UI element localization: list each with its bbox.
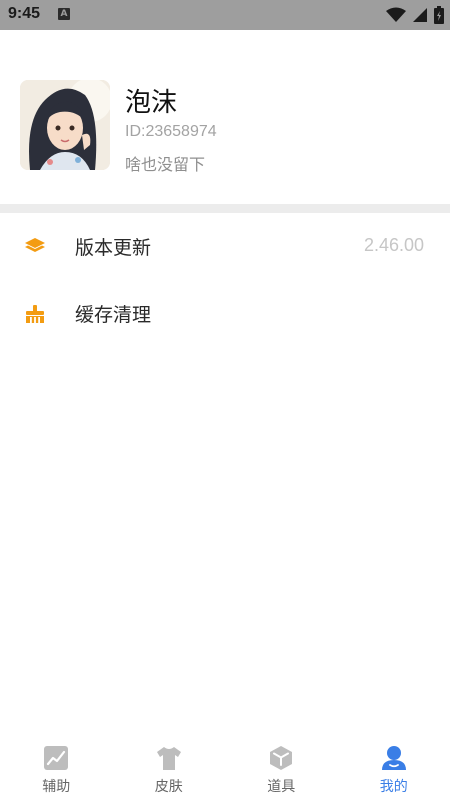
user-bio: 啥也没留下 <box>125 155 206 174</box>
tab-label: 辅助 <box>42 779 71 795</box>
tab-label: 道具 <box>267 779 296 795</box>
battery-icon <box>434 6 444 24</box>
tshirt-icon <box>156 747 181 770</box>
menu-item-label: 缓存清理 <box>75 304 152 326</box>
menu-item-cache-clean[interactable]: 缓存清理 <box>0 280 450 346</box>
status-icons <box>386 6 444 24</box>
bottom-navigation: 辅助 皮肤 道具 我的 <box>0 736 450 801</box>
signal-icon <box>413 8 427 22</box>
chart-icon <box>44 746 69 770</box>
wifi-icon <box>386 7 406 22</box>
tab-props[interactable]: 道具 <box>225 736 338 801</box>
tab-assist[interactable]: 辅助 <box>0 736 113 801</box>
status-bar: 9:45 A <box>0 0 450 30</box>
status-time: 9:45 <box>8 5 41 22</box>
section-divider <box>0 204 450 213</box>
broom-icon <box>26 305 44 323</box>
tab-label: 皮肤 <box>154 779 183 795</box>
tab-skin[interactable]: 皮肤 <box>113 736 226 801</box>
nickname: 泡沫 <box>125 88 178 118</box>
menu-item-version-update[interactable]: 版本更新 2.46.00 <box>0 213 450 279</box>
user-id: ID:23658974 <box>125 123 217 140</box>
tab-label: 我的 <box>379 779 408 795</box>
avatar[interactable] <box>20 80 110 170</box>
app-version-value: 2.46.00 <box>363 235 424 255</box>
menu-item-label: 版本更新 <box>75 237 152 259</box>
avatar-image <box>20 80 110 170</box>
user-icon <box>381 746 406 770</box>
notification-a-icon: A <box>58 8 70 20</box>
tab-mine[interactable]: 我的 <box>338 736 450 801</box>
box-icon <box>270 746 293 770</box>
profile-section: 泡沫 ID:23658974 啥也没留下 <box>0 30 450 204</box>
layers-icon <box>25 238 45 252</box>
